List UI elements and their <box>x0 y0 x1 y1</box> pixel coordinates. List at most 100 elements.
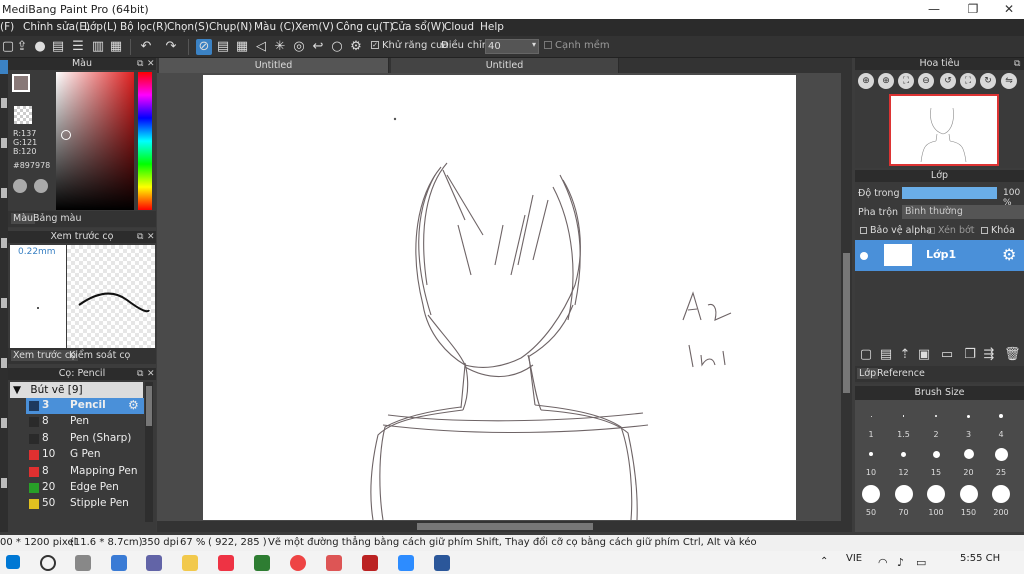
close-button[interactable]: ✕ <box>992 0 1024 19</box>
saturation-value-picker[interactable] <box>56 72 134 210</box>
edge-checkbox[interactable] <box>544 41 552 49</box>
tab-brush-preview[interactable]: Xem trước cọ <box>11 350 78 361</box>
rotate-right-icon[interactable]: ↻ <box>980 73 996 89</box>
maximize-button[interactable]: ❐ <box>956 0 990 19</box>
trash-icon[interactable]: 🗑 <box>1004 347 1021 363</box>
fit-icon[interactable]: ⛶ <box>898 73 914 89</box>
brush-group-header[interactable]: ▼ Bút vẽ [9] <box>10 382 143 398</box>
parallel-snap-icon[interactable]: ▤ <box>215 39 231 55</box>
zoom-tool-icon[interactable] <box>1 478 7 488</box>
battery-icon[interactable]: ▭ <box>916 556 926 569</box>
text-tool-icon[interactable] <box>1 238 7 248</box>
transparent-swatch[interactable] <box>14 106 32 124</box>
opacity-slider[interactable] <box>902 187 997 199</box>
picker-cursor[interactable] <box>61 130 71 140</box>
brush-size-dot[interactable] <box>959 485 978 503</box>
brush-size-dot[interactable] <box>994 447 1008 461</box>
gear-icon[interactable]: ⚙ <box>1002 245 1016 264</box>
brush-size-dot[interactable] <box>869 452 873 456</box>
protect-alpha-checkbox[interactable] <box>860 227 867 234</box>
minimize-button[interactable]: — <box>917 0 951 19</box>
brush-item-1[interactable]: 8 Pen <box>26 414 144 430</box>
menu-layer[interactable]: Lớp(L) <box>84 21 117 33</box>
canvas-tab-1[interactable]: Untitled <box>159 58 389 73</box>
fullscreen-icon[interactable]: ⛶ <box>960 73 976 89</box>
language-indicator[interactable]: VIE <box>846 553 862 564</box>
brush-size-dot[interactable] <box>999 414 1003 418</box>
brush-size-dot[interactable] <box>935 415 937 417</box>
menu-select[interactable]: Chọn(S) <box>167 21 209 33</box>
brush-item-3[interactable]: 10 G Pen <box>26 447 144 463</box>
brush-item-4[interactable]: 8 Mapping Pen <box>26 464 144 480</box>
brush-size-dot[interactable] <box>992 485 1010 503</box>
curve-snap-icon[interactable]: ↩ <box>310 39 326 55</box>
menu-cloud[interactable]: Cloud <box>444 21 474 33</box>
lock-checkbox[interactable] <box>981 227 988 234</box>
merge-icon[interactable]: ⇶ <box>981 347 997 363</box>
grid-icon[interactable]: ▦ <box>108 39 124 55</box>
tray-chevron-icon[interactable]: ⌃ <box>820 556 828 567</box>
brush-item-6[interactable]: 50 Stipple Pen <box>26 496 144 512</box>
chat-icon[interactable]: ● <box>32 39 48 55</box>
brush-scrollbar[interactable] <box>145 382 153 522</box>
vertical-scrollbar[interactable] <box>841 73 852 521</box>
flip-icon[interactable]: ⇋ <box>1001 73 1017 89</box>
store-icon[interactable] <box>254 555 270 571</box>
hand-tool-icon[interactable] <box>1 418 7 428</box>
search-icon[interactable] <box>40 555 56 571</box>
horizontal-scrollbar[interactable] <box>157 521 852 532</box>
tab-palette[interactable]: Bảng màu <box>33 213 82 224</box>
menu-color[interactable]: Màu (C) <box>254 21 295 33</box>
menu-edit[interactable]: Chỉnh sửa(E) <box>23 21 90 33</box>
canvas-tab-2[interactable]: Untitled <box>391 58 619 73</box>
menu-view[interactable]: Xem(V) <box>295 21 334 33</box>
detach-icon[interactable]: ⧉ <box>1014 58 1020 70</box>
volume-icon[interactable]: ♪ <box>897 556 904 569</box>
navigator-thumbnail[interactable] <box>889 94 999 166</box>
menu-snap[interactable]: Chụp(N) <box>209 21 252 33</box>
grid-snap-icon[interactable]: ▦ <box>234 39 250 55</box>
folder-icon[interactable]: ▭ <box>939 347 955 363</box>
brush-size-dot[interactable] <box>902 415 905 417</box>
layers-icon[interactable]: ▥ <box>90 39 106 55</box>
teams-icon[interactable] <box>146 555 162 571</box>
brush-item-0[interactable]: 3 Pencil ⚙ <box>26 398 144 414</box>
brush-size-dot[interactable] <box>963 449 974 459</box>
eyedropper-tool-icon[interactable] <box>1 358 7 368</box>
zoom-icon[interactable] <box>398 555 414 571</box>
settings-icon[interactable]: ⚙ <box>348 39 364 55</box>
select-tool-icon[interactable] <box>1 98 7 108</box>
snap-off-icon[interactable]: ⊘ <box>196 39 212 55</box>
zoom-in-icon[interactable]: ⊕ <box>878 73 894 89</box>
tab-layer[interactable]: Lớp <box>857 368 879 379</box>
new-halftone-layer-icon[interactable]: ▤ <box>878 347 894 363</box>
tab-brush-control[interactable]: Kiểm soát cọ <box>69 350 130 361</box>
task-view-icon[interactable] <box>75 555 91 571</box>
menu-window[interactable]: Cửa sổ(W) <box>391 21 445 33</box>
brush-size-dot[interactable] <box>901 451 906 457</box>
widgets-icon[interactable] <box>111 555 127 571</box>
zoom-out-icon[interactable]: ⊖ <box>918 73 934 89</box>
tab-color[interactable]: Màu <box>11 213 36 224</box>
move-tool-icon[interactable] <box>1 298 7 308</box>
pen-tool-icon[interactable] <box>0 60 8 74</box>
circle-snap-icon[interactable]: ◎ <box>291 39 307 55</box>
adjust-input[interactable]: 40 <box>485 39 539 54</box>
start-icon[interactable] <box>6 555 20 569</box>
share-icon[interactable]: ⇪ <box>14 39 30 55</box>
close-icon[interactable]: ✕ <box>147 58 155 70</box>
import-layer-icon[interactable]: ⇡ <box>897 347 913 363</box>
radial-snap-icon[interactable]: ✳ <box>272 39 288 55</box>
app-icon[interactable] <box>362 555 378 571</box>
paint-app-icon[interactable] <box>218 555 234 571</box>
brush-item-2[interactable]: 8 Pen (Sharp) <box>26 431 144 447</box>
new-layer-menu-icon[interactable]: ▣ <box>916 347 932 363</box>
zoom-in-icon[interactable]: ⊕ <box>858 73 874 89</box>
eraser-tool-icon[interactable] <box>1 188 7 198</box>
palette-icon[interactable] <box>13 179 27 193</box>
brush-size-dot[interactable] <box>862 485 880 503</box>
brush-item-5[interactable]: 20 Edge Pen <box>26 480 144 496</box>
undo-icon[interactable]: ↶ <box>138 39 154 55</box>
layer-row-selected[interactable]: Lớp1 ⚙ <box>855 240 1024 271</box>
menu-filter[interactable]: Bộ lọc(R) <box>120 21 168 33</box>
